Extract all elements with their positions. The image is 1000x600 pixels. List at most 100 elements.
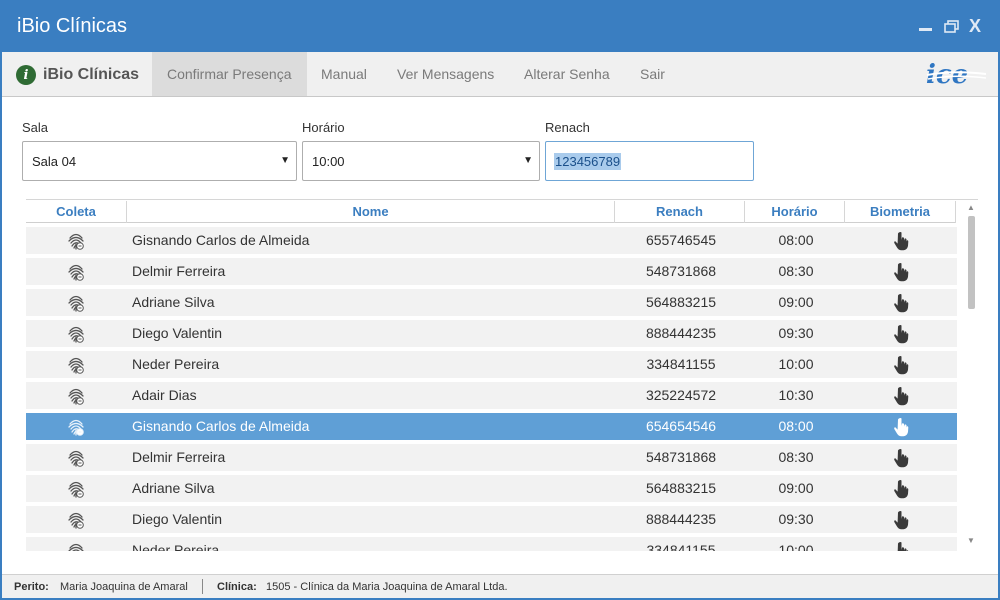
scroll-thumb[interactable] xyxy=(968,216,975,309)
row-nome: Delmir Ferreira xyxy=(132,263,226,279)
close-icon: X xyxy=(968,15,981,36)
row-horario: 08:00 xyxy=(778,232,814,248)
sala-select[interactable]: Sala 04 ▼ xyxy=(22,141,297,181)
menu-confirmar-presenca[interactable]: Confirmar Presença xyxy=(152,52,307,96)
hand-pointer-icon[interactable] xyxy=(846,537,956,551)
table-row[interactable]: Gisnando Carlos de Almeida 655746545 08:00 xyxy=(26,227,957,254)
brand-name: iBio Clínicas xyxy=(43,66,140,83)
vertical-scrollbar[interactable]: ▲ ▼ xyxy=(964,200,978,551)
row-renach: 888444235 xyxy=(645,511,717,527)
maximize-button[interactable] xyxy=(940,14,962,38)
perito-label: Perito: xyxy=(14,581,49,593)
hand-pointer-icon[interactable] xyxy=(846,413,956,440)
row-nome: Gisnando Carlos de Almeida xyxy=(132,232,310,248)
row-horario: 10:30 xyxy=(778,387,814,403)
header-nome[interactable]: Nome xyxy=(127,201,615,223)
fingerprint-icon[interactable] xyxy=(26,537,126,551)
title-bar[interactable]: iBio Clínicas X xyxy=(0,0,1000,52)
row-renach: 548731868 xyxy=(645,449,717,465)
row-nome: Diego Valentin xyxy=(132,325,223,341)
row-renach: 654654546 xyxy=(645,418,717,434)
row-nome: Neder Pereira xyxy=(132,542,220,551)
menu-ver-mensagens[interactable]: Ver Mensagens xyxy=(382,52,509,96)
hand-pointer-icon[interactable] xyxy=(846,444,956,471)
row-renach: 888444235 xyxy=(645,325,717,341)
fingerprint-icon[interactable] xyxy=(26,444,126,471)
menu-bar: i iBio Clínicas Confirmar Presença Manua… xyxy=(2,52,998,97)
hand-pointer-icon[interactable] xyxy=(846,320,956,347)
chevron-down-icon: ▼ xyxy=(523,155,533,166)
row-nome: Adriane Silva xyxy=(132,294,215,310)
minimize-button[interactable] xyxy=(914,14,936,38)
row-renach: 655746545 xyxy=(645,232,717,248)
fingerprint-icon[interactable] xyxy=(26,320,126,347)
row-nome: Gisnando Carlos de Almeida xyxy=(132,418,310,434)
table-row[interactable]: Diego Valentin 888444235 09:30 xyxy=(26,506,957,533)
scroll-down-icon[interactable]: ▼ xyxy=(967,536,975,545)
window-title: iBio Clínicas xyxy=(17,15,128,37)
menu-alterar-senha[interactable]: Alterar Senha xyxy=(509,52,625,96)
fingerprint-icon[interactable] xyxy=(26,413,126,440)
row-horario: 08:30 xyxy=(778,449,814,465)
fingerprint-icon[interactable] xyxy=(26,351,126,378)
header-horario[interactable]: Horário xyxy=(745,201,845,223)
hand-pointer-icon[interactable] xyxy=(846,351,956,378)
row-horario: 09:30 xyxy=(778,511,814,527)
table-row[interactable]: Diego Valentin 888444235 09:30 xyxy=(26,320,957,347)
fingerprint-icon[interactable] xyxy=(26,382,126,409)
row-renach: 548731868 xyxy=(645,263,717,279)
row-renach: 334841155 xyxy=(646,356,716,372)
clinica-value: 1505 - Clínica da Maria Joaquina de Amar… xyxy=(266,581,508,593)
row-nome: Diego Valentin xyxy=(132,511,223,527)
chevron-down-icon: ▼ xyxy=(280,155,290,166)
minimize-icon xyxy=(918,27,932,31)
close-button[interactable]: X xyxy=(964,14,986,38)
horario-label: Horário xyxy=(302,120,345,135)
table-row[interactable]: Delmir Ferreira 548731868 08:30 xyxy=(26,258,957,285)
hand-pointer-icon[interactable] xyxy=(846,382,956,409)
row-renach: 325224572 xyxy=(645,387,717,403)
hand-pointer-icon[interactable] xyxy=(846,289,956,316)
table-row[interactable]: Delmir Ferreira 548731868 08:30 xyxy=(26,444,957,471)
hand-pointer-icon[interactable] xyxy=(846,506,956,533)
row-horario: 08:00 xyxy=(778,418,814,434)
client-area: i iBio Clínicas Confirmar Presença Manua… xyxy=(2,52,998,598)
perito-value: Maria Joaquina de Amaral xyxy=(60,581,188,593)
restore-icon xyxy=(943,19,959,33)
row-horario: 08:30 xyxy=(778,263,814,279)
fingerprint-icon[interactable] xyxy=(26,506,126,533)
header-renach[interactable]: Renach xyxy=(615,201,745,223)
menu-sair[interactable]: Sair xyxy=(625,52,680,96)
row-nome: Delmir Ferreira xyxy=(132,449,226,465)
renach-input-value: 123456789 xyxy=(554,153,622,170)
header-biometria[interactable]: Biometria xyxy=(845,201,956,223)
horario-value: 10:00 xyxy=(312,154,345,169)
row-horario: 09:00 xyxy=(778,480,814,496)
horario-select[interactable]: 10:00 ▼ xyxy=(302,141,540,181)
fingerprint-icon[interactable] xyxy=(26,227,126,254)
table-row[interactable]: Neder Pereira 334841155 10:00 xyxy=(26,537,957,551)
fingerprint-icon[interactable] xyxy=(26,475,126,502)
renach-input[interactable]: 123456789 xyxy=(545,141,754,181)
table-row[interactable]: Adair Dias 325224572 10:30 xyxy=(26,382,957,409)
clinica-label: Clínica: xyxy=(217,581,257,593)
row-horario: 10:00 xyxy=(778,542,814,551)
table-row[interactable]: Neder Pereira 334841155 10:00 xyxy=(26,351,957,378)
table-row[interactable]: Adriane Silva 564883215 09:00 xyxy=(26,475,957,502)
sala-label: Sala xyxy=(22,120,49,135)
table-row[interactable]: Adriane Silva 564883215 09:00 xyxy=(26,289,957,316)
hand-pointer-icon[interactable] xyxy=(846,258,956,285)
row-nome: Adair Dias xyxy=(132,387,197,403)
menu-manual[interactable]: Manual xyxy=(306,52,382,96)
hand-pointer-icon[interactable] xyxy=(846,475,956,502)
fingerprint-icon[interactable] xyxy=(26,289,126,316)
hand-pointer-icon[interactable] xyxy=(846,227,956,254)
info-logo-icon: i xyxy=(16,65,36,85)
ice-logo: ice xyxy=(926,61,987,89)
row-renach: 564883215 xyxy=(645,480,717,496)
header-coleta[interactable]: Coleta xyxy=(26,201,127,223)
scroll-up-icon[interactable]: ▲ xyxy=(967,203,975,212)
fingerprint-icon[interactable] xyxy=(26,258,126,285)
row-nome: Adriane Silva xyxy=(132,480,215,496)
table-row-selected[interactable]: Gisnando Carlos de Almeida 654654546 08:00 xyxy=(26,413,957,440)
